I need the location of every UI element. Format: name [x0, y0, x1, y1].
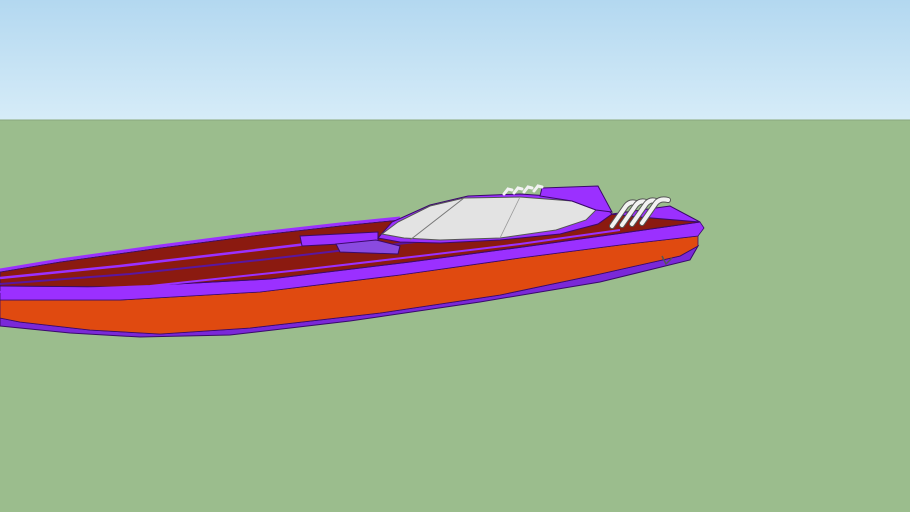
sky [0, 0, 910, 120]
3d-model-viewport [0, 0, 910, 512]
